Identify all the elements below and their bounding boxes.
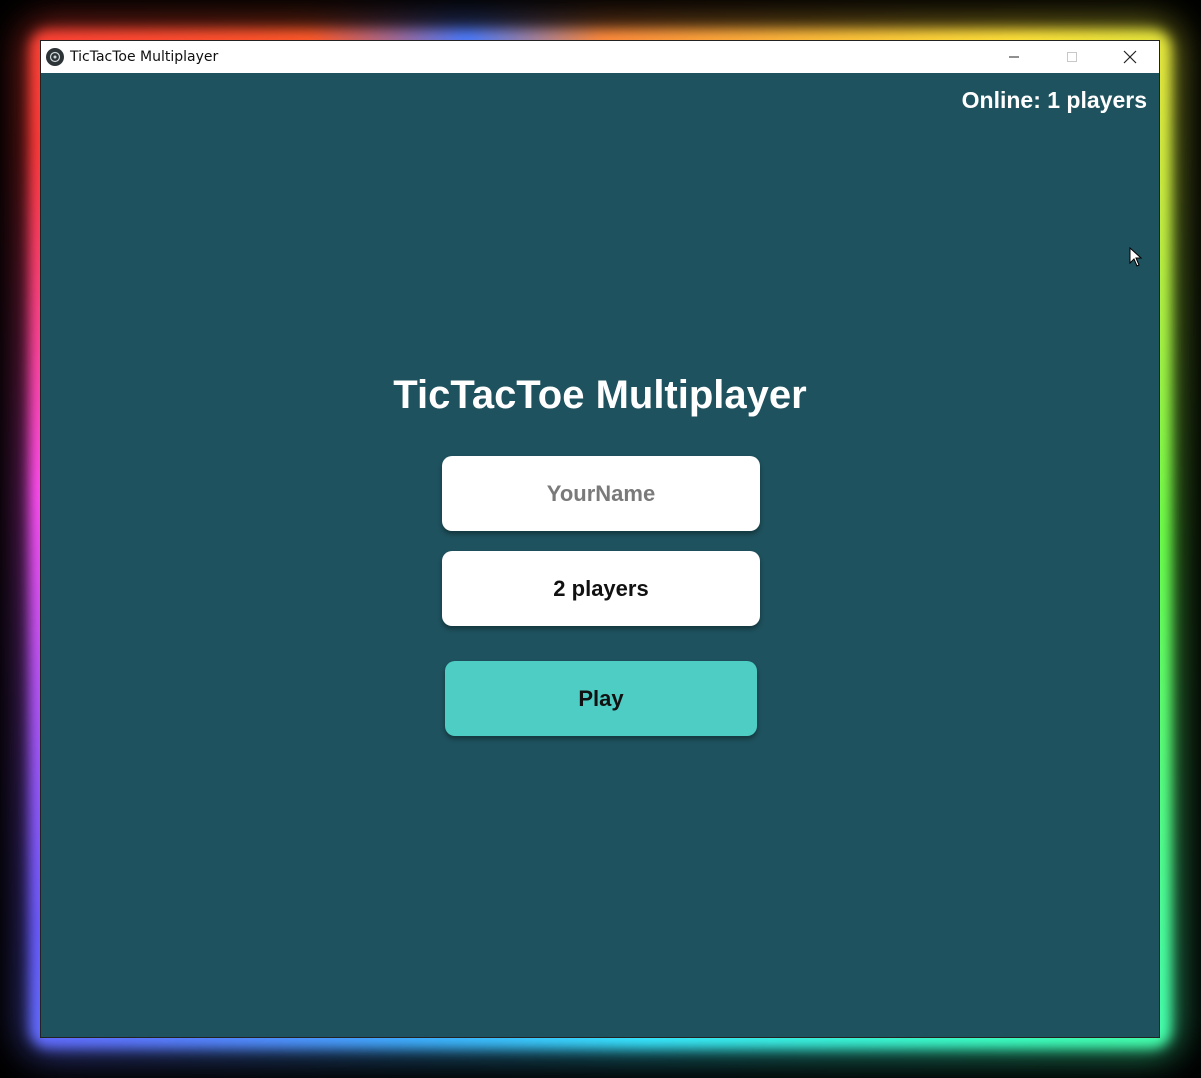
app-window: TicTacToe Multiplayer Online: 1 players (40, 40, 1160, 1038)
lobby-panel: TicTacToe Multiplayer 2 players Play (41, 41, 1159, 1037)
name-input[interactable] (442, 456, 760, 531)
page-title: TicTacToe Multiplayer (393, 373, 807, 417)
players-select[interactable]: 2 players (442, 551, 760, 626)
play-button[interactable]: Play (445, 661, 757, 736)
mouse-cursor-icon (1129, 247, 1143, 267)
players-select-value: 2 players (553, 575, 649, 601)
